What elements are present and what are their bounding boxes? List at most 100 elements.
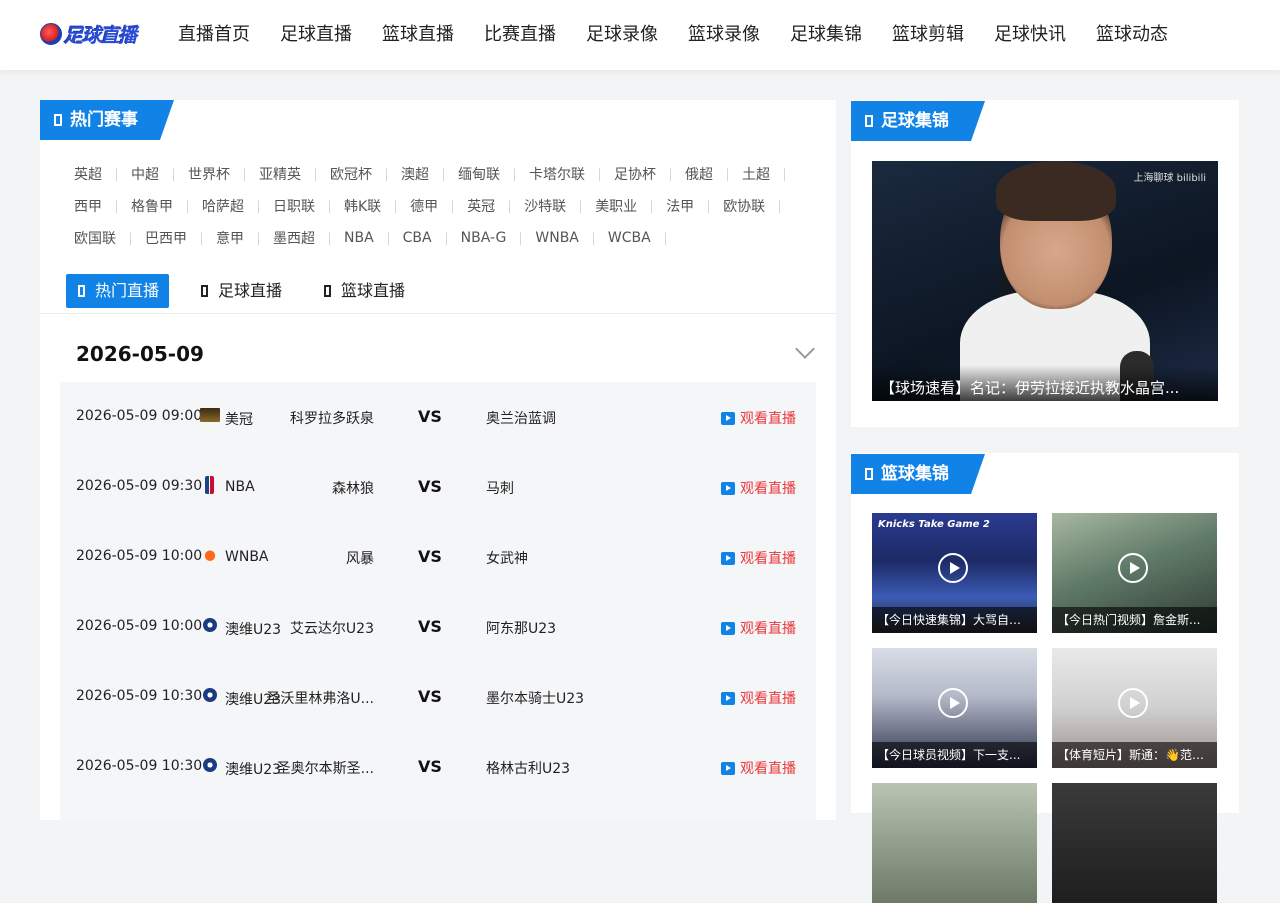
hot-event-link[interactable]: 法甲 — [666, 196, 723, 216]
hot-event-link[interactable]: 足协杯 — [614, 164, 685, 184]
hot-event-label: 欧国联 — [74, 231, 116, 247]
site-logo[interactable]: 足球直播 — [40, 18, 137, 50]
hot-event-link[interactable]: 欧国联 — [74, 228, 145, 248]
nav-item-basketball-live[interactable]: 篮球直播 — [382, 22, 454, 48]
video-card[interactable]: 【体育短片】斯通：👋范乔... — [1052, 648, 1217, 768]
play-icon — [721, 481, 735, 495]
watch-live-button[interactable]: 观看直播 — [721, 688, 796, 708]
hot-event-link[interactable]: 亚精英 — [259, 164, 330, 184]
video-card[interactable]: Knicks Take Game 2 【今日快速集锦】大骂自由... — [872, 513, 1037, 633]
tab-hot-live[interactable]: 热门直播 — [66, 274, 170, 308]
hot-event-link[interactable]: 墨西超 — [273, 228, 344, 248]
victoria-icon — [203, 688, 217, 702]
hot-event-link[interactable]: 西甲 — [74, 196, 131, 216]
hot-event-link[interactable]: 哈萨超 — [202, 196, 273, 216]
nav-item-match-live[interactable]: 比赛直播 — [484, 22, 556, 48]
victoria-icon — [203, 618, 217, 632]
play-icon — [1118, 688, 1148, 718]
chevron-down-icon[interactable] — [795, 339, 815, 359]
nav-item-basketball-clips[interactable]: 篮球剪辑 — [892, 22, 964, 48]
hot-events-row: 西甲 格鲁甲 哈萨超 日职联 韩K联 德甲 英冠 沙特联 美职业 法甲 欧协联 — [74, 190, 814, 222]
video-card[interactable] — [872, 783, 1037, 903]
hot-event-link[interactable]: 缅甸联 — [458, 164, 529, 184]
logo-text: 足球直播 — [64, 24, 137, 47]
hot-event-link[interactable]: 欧协联 — [723, 196, 794, 216]
separator — [727, 167, 728, 181]
watch-live-button[interactable]: 观看直播 — [721, 618, 796, 638]
video-card[interactable]: 【今日球员视频】下一支... — [872, 648, 1037, 768]
nav-item-basketball-replay[interactable]: 篮球录像 — [688, 22, 760, 48]
hot-event-link[interactable]: WNBA — [535, 230, 608, 246]
match-league: NBA — [225, 479, 255, 495]
hot-event-link[interactable]: 格鲁甲 — [131, 196, 202, 216]
hot-event-link[interactable]: CBA — [403, 230, 461, 246]
section-title: 篮球集锦 — [881, 464, 949, 484]
video-card[interactable]: 【今日热门视频】詹金斯... — [1052, 513, 1217, 633]
watch-live-button[interactable]: 观看直播 — [721, 758, 796, 778]
hot-event-link[interactable]: 英超 — [74, 164, 131, 184]
tab-marker-icon — [201, 285, 209, 297]
match-row[interactable]: 2026-05-09 10:30 澳维U23 圣沃里林弗洛U... VS 墨尔本骑士U2… — [60, 662, 816, 732]
hot-event-link[interactable]: 澳超 — [401, 164, 458, 184]
hot-event-label: 足协杯 — [614, 167, 656, 183]
match-list: 2026-05-09 09:00 美冠 科罗拉多跃泉 VS 奥兰治蓝调 观看直播 2026-… — [60, 382, 816, 822]
nav-item-football-news[interactable]: 足球快讯 — [994, 22, 1066, 48]
nav-item-football-live[interactable]: 足球直播 — [280, 22, 352, 48]
video-caption: 【今日快速集锦】大骂自由... — [872, 607, 1037, 633]
hot-event-link[interactable]: 世界杯 — [188, 164, 259, 184]
video-watermark: 上海聊球 bilibili — [1133, 173, 1206, 184]
separator — [258, 231, 259, 245]
hot-events-row: 英超 中超 世界杯 亚精英 欧冠杯 澳超 缅甸联 卡塔尔联 足协杯 俄超 土超 — [74, 158, 814, 190]
wnba-icon — [200, 548, 220, 562]
hot-event-link[interactable]: 土超 — [742, 164, 799, 184]
home-team: 圣沃里林弗洛U... — [266, 691, 374, 707]
hot-event-link[interactable]: 中超 — [131, 164, 188, 184]
play-icon — [721, 761, 735, 775]
hot-event-label: 英超 — [74, 167, 102, 183]
play-icon — [721, 691, 735, 705]
nav-item-football-replay[interactable]: 足球录像 — [586, 22, 658, 48]
hot-event-link[interactable]: 俄超 — [685, 164, 742, 184]
featured-video-thumbnail[interactable]: 上海聊球 bilibili 【球场速看】名记：伊劳拉接近执教水晶宫... — [872, 161, 1218, 401]
nav-item-football-highlights[interactable]: 足球集锦 — [790, 22, 862, 48]
away-team: 马刺 — [486, 481, 514, 497]
victoria-icon — [203, 758, 217, 772]
away-team: 阿东那U23 — [486, 621, 557, 637]
watch-live-button[interactable]: 观看直播 — [721, 478, 796, 498]
hot-event-link[interactable]: 沙特联 — [524, 196, 595, 216]
nav-item-home[interactable]: 直播首页 — [178, 22, 250, 48]
hot-event-link[interactable]: NBA — [344, 230, 403, 246]
match-row[interactable]: 2026-05-09 10:00 澳维U23 艾云达尔U23 VS 阿东那U23 观看直播 — [60, 592, 816, 662]
hot-event-link[interactable]: 卡塔尔联 — [529, 164, 614, 184]
vs-label: VS — [418, 617, 442, 636]
watch-live-button[interactable]: 观看直播 — [721, 408, 796, 428]
nav-item-basketball-news[interactable]: 篮球动态 — [1096, 22, 1168, 48]
hot-event-link[interactable]: 韩K联 — [344, 196, 410, 216]
match-row[interactable]: 2026-05-09 09:30 NBA 森林狼 VS 马刺 观看直播 — [60, 452, 816, 522]
watch-live-button[interactable]: 观看直播 — [721, 548, 796, 568]
video-card[interactable] — [1052, 783, 1217, 903]
hot-event-link[interactable]: 意甲 — [216, 228, 273, 248]
hot-event-link[interactable]: NBA-G — [461, 230, 536, 246]
play-icon — [721, 621, 735, 635]
match-time: 2026-05-09 09:00 — [76, 408, 203, 424]
hot-event-link[interactable]: WCBA — [608, 230, 680, 246]
hot-event-link[interactable]: 德甲 — [410, 196, 467, 216]
watch-live-label: 观看直播 — [740, 551, 796, 567]
separator — [592, 231, 594, 245]
hot-event-link[interactable]: 巴西甲 — [145, 228, 216, 248]
tab-football-live[interactable]: 足球直播 — [189, 274, 292, 308]
tab-basketball-live[interactable]: 篮球直播 — [312, 274, 415, 308]
match-time: 2026-05-09 10:30 — [76, 688, 203, 704]
match-row[interactable]: 2026-05-09 10:30 澳维U23 圣奥尔本斯圣... VS 格林古利U23 观… — [60, 732, 816, 802]
hot-event-link[interactable]: 欧冠杯 — [330, 164, 401, 184]
hot-event-link[interactable]: 日职联 — [273, 196, 344, 216]
watch-live-label: 观看直播 — [740, 691, 796, 707]
match-row[interactable]: 2026-05-09 10:00 WNBA 风暴 VS 女武神 观看直播 — [60, 522, 816, 592]
hot-event-link[interactable]: 英冠 — [467, 196, 524, 216]
match-row[interactable]: 2026-05-09 09:00 美冠 科罗拉多跃泉 VS 奥兰治蓝调 观看直播 — [60, 382, 816, 452]
hot-event-label: CBA — [402, 230, 432, 246]
hot-event-link[interactable]: 美职业 — [595, 196, 666, 216]
home-team: 科罗拉多跃泉 — [290, 411, 374, 427]
vs-label: VS — [418, 687, 442, 706]
